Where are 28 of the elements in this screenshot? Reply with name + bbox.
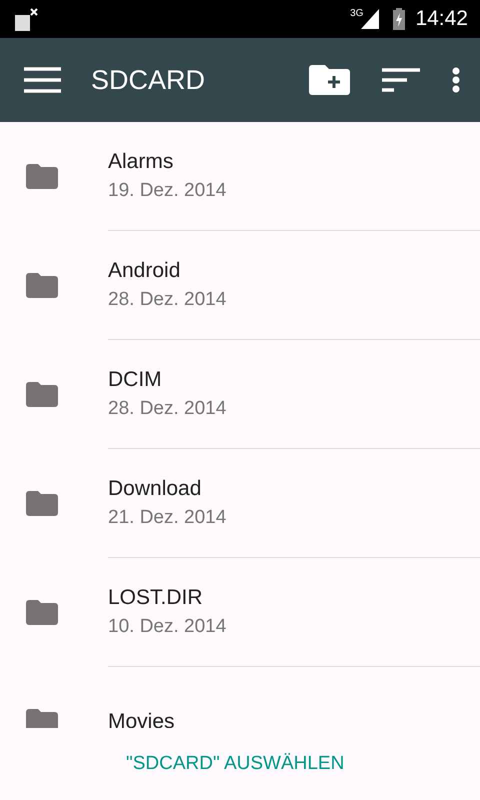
app-title: SDCARD xyxy=(91,64,206,96)
folder-date: 21. Dez. 2014 xyxy=(108,507,228,529)
folder-date: 19. Dez. 2014 xyxy=(108,180,228,202)
folder-icon xyxy=(26,273,58,298)
folder-name[interactable]: Alarms xyxy=(108,150,480,174)
folder-name[interactable]: Movies xyxy=(108,710,480,728)
folder-name[interactable]: DCIM xyxy=(108,368,480,392)
clock-time: 14:42 xyxy=(415,7,468,31)
folder-name[interactable]: LOST.DIR xyxy=(108,586,480,610)
notification-icon xyxy=(14,7,38,31)
folder-date: 10. Dez. 2014 xyxy=(108,616,228,638)
folder-date: 28. Dez. 2014 xyxy=(108,398,228,420)
signal-icon xyxy=(361,9,380,29)
select-folder-button[interactable]: "SDCARD" AUSWÄHLEN xyxy=(126,753,344,775)
folder-date: 28. Dez. 2014 xyxy=(108,289,228,311)
folder-icon xyxy=(26,491,58,516)
menu-button[interactable] xyxy=(24,67,61,93)
network-type: 3G xyxy=(350,8,364,19)
new-folder-button[interactable] xyxy=(309,65,350,95)
more-options-button[interactable] xyxy=(452,67,460,93)
battery-icon xyxy=(393,8,406,30)
folder-icon xyxy=(26,709,58,728)
folder-icon xyxy=(26,382,58,407)
folder-name[interactable]: Android xyxy=(108,259,480,283)
folder-name[interactable]: Download xyxy=(108,477,480,501)
folder-icon xyxy=(26,164,58,189)
sort-button[interactable] xyxy=(382,68,420,92)
folder-icon xyxy=(26,600,58,625)
